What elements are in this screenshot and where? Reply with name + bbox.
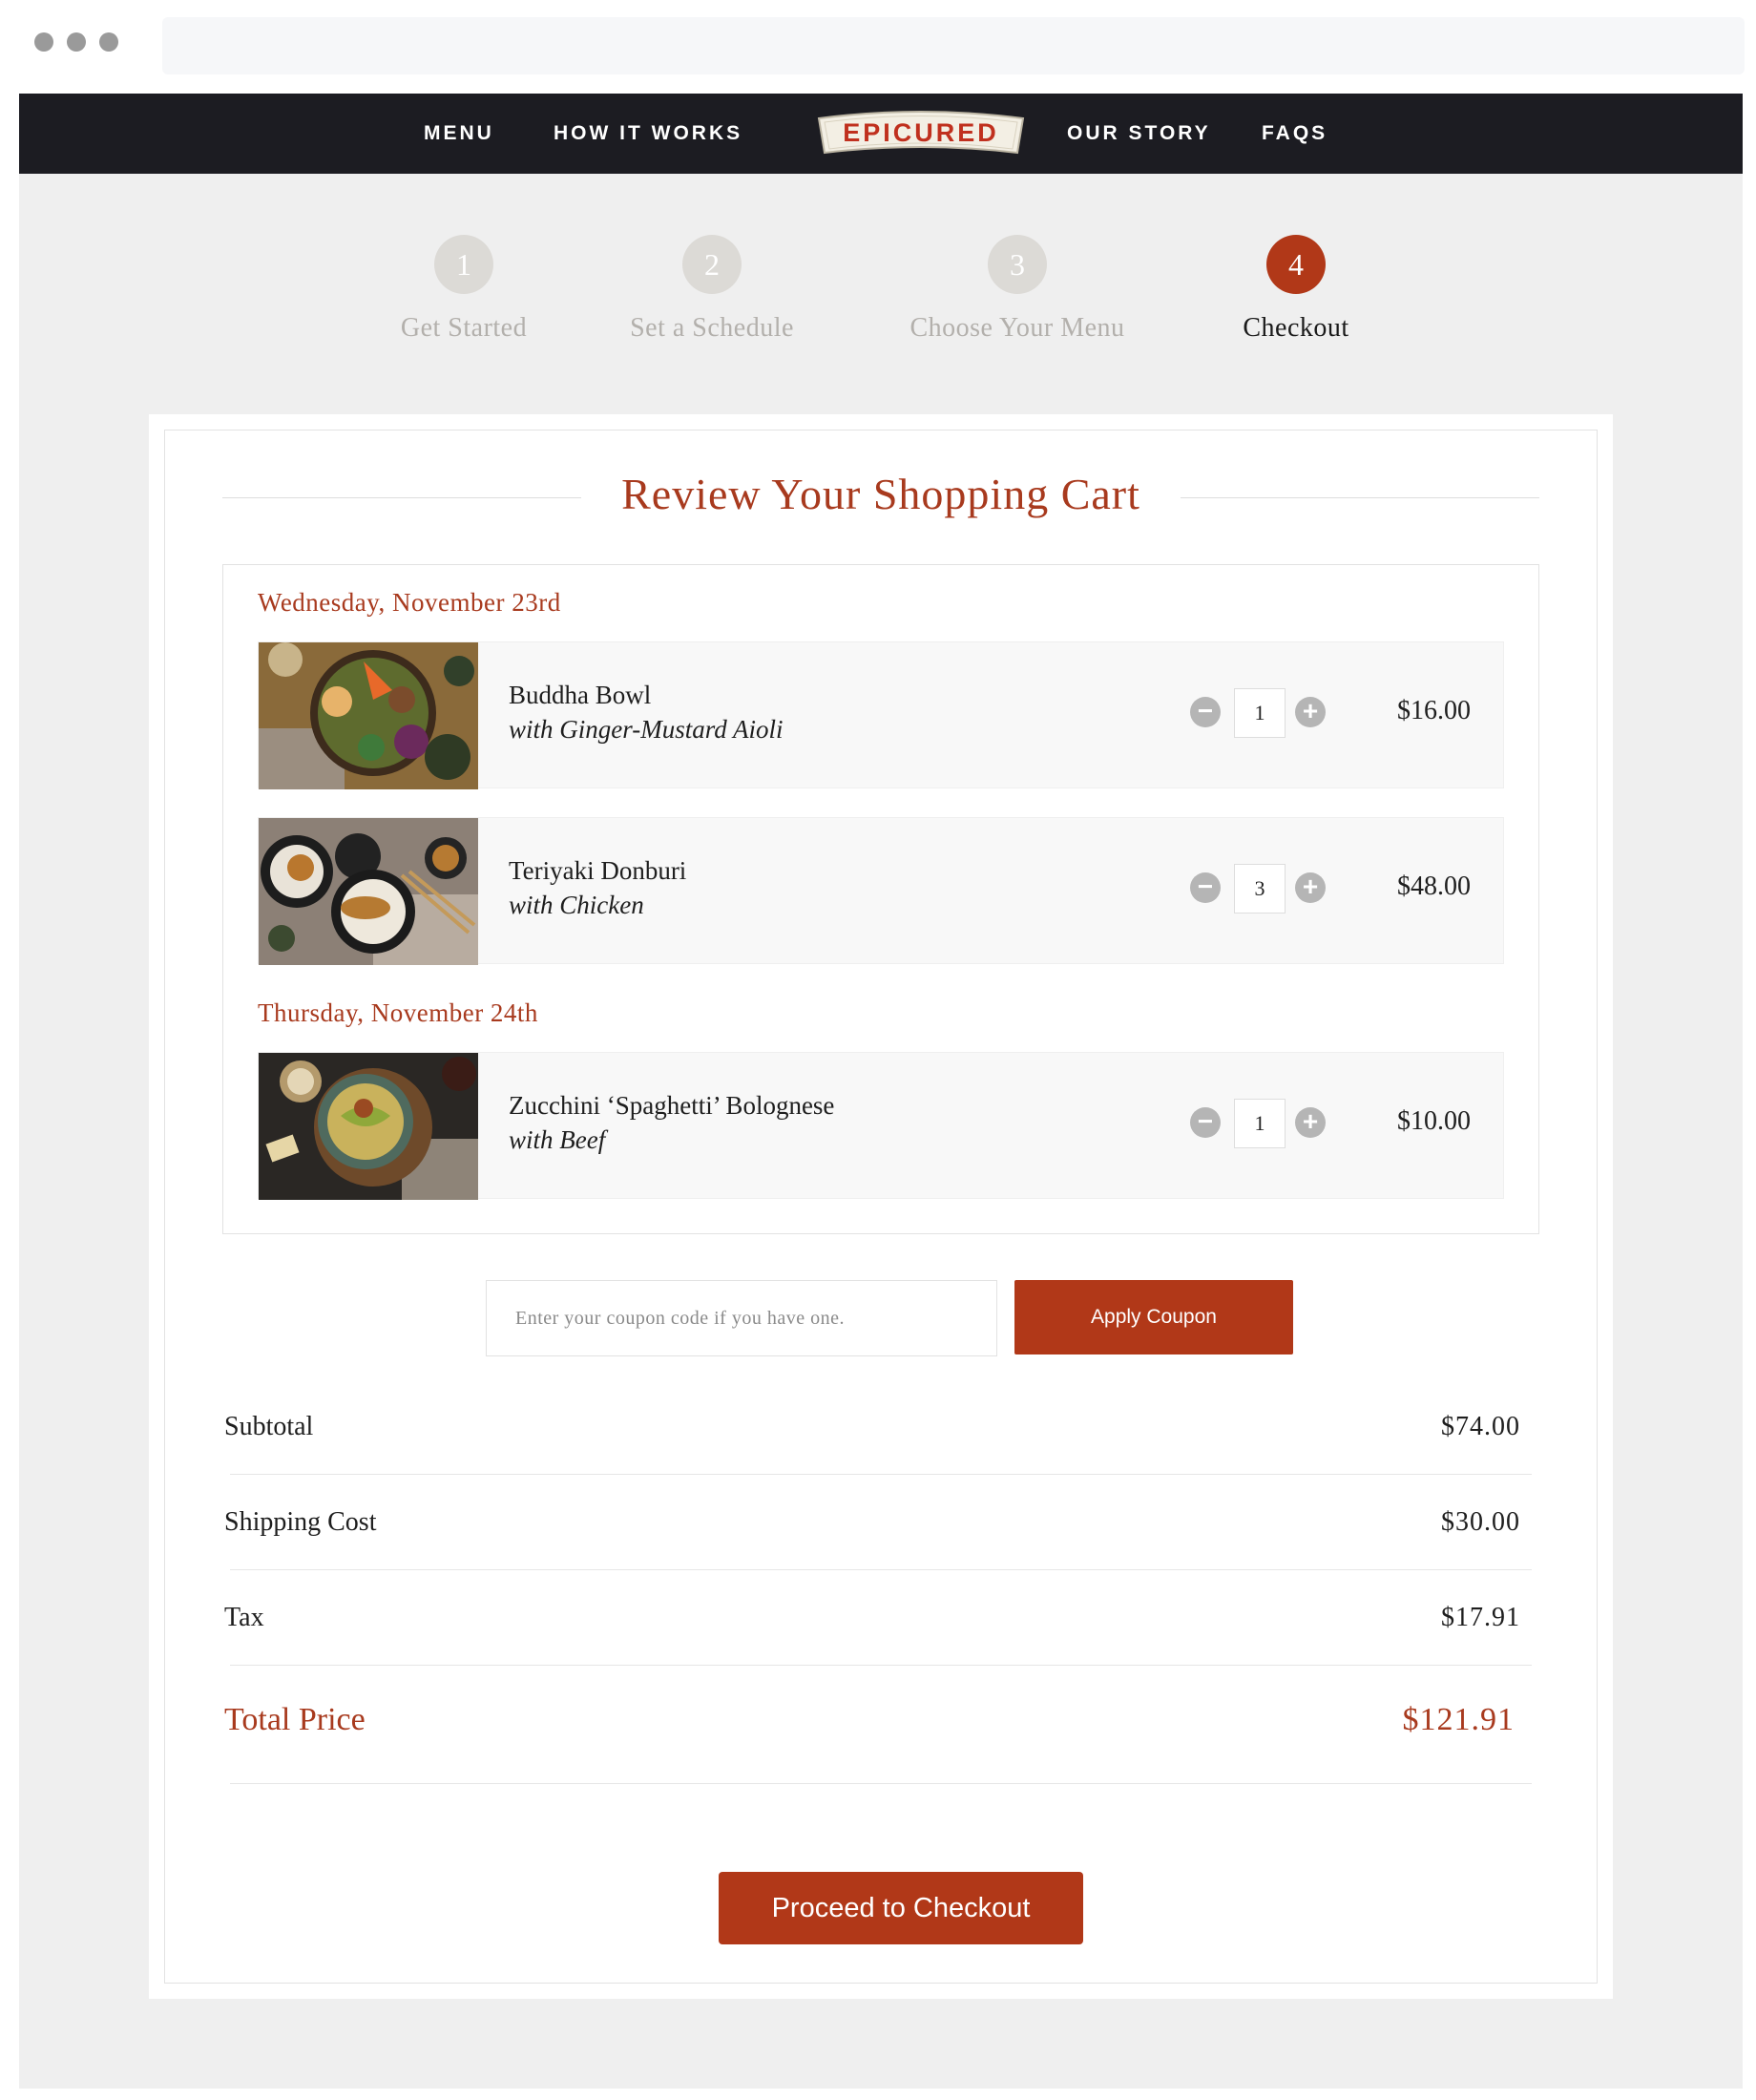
cart-title-row: Review Your Shopping Cart bbox=[222, 469, 1539, 526]
nav-link-menu[interactable]: MENU bbox=[424, 94, 494, 174]
plus-icon[interactable]: + bbox=[1295, 872, 1326, 903]
window-dot-minimize[interactable] bbox=[67, 32, 86, 52]
logo-text: EPICURED bbox=[843, 118, 999, 147]
item-subtitle: with Chicken bbox=[509, 891, 644, 919]
address-bar[interactable] bbox=[162, 17, 1745, 74]
minus-icon[interactable]: − bbox=[1190, 1107, 1221, 1138]
item-price: $16.00 bbox=[1397, 696, 1471, 725]
plus-icon[interactable]: + bbox=[1295, 697, 1326, 727]
step-choose-menu[interactable]: 3 Choose Your Menu bbox=[893, 235, 1141, 344]
cart-items-box: Wednesday, November 23rd Buddha Bowl wit… bbox=[222, 564, 1539, 1234]
page-title: Review Your Shopping Cart bbox=[621, 470, 1140, 518]
title-divider-right bbox=[1181, 497, 1539, 498]
item-name: Buddha Bowl bbox=[509, 681, 652, 709]
nav-link-how-it-works[interactable]: HOW IT WORKS bbox=[554, 94, 742, 174]
apply-coupon-button[interactable]: Apply Coupon bbox=[1014, 1280, 1293, 1354]
cart-card-inner: Review Your Shopping Cart Wednesday, Nov… bbox=[164, 430, 1598, 1984]
day-label: Thursday, November 24th bbox=[258, 998, 538, 1027]
quantity-input[interactable] bbox=[1234, 864, 1286, 914]
nav-link-our-story[interactable]: OUR STORY bbox=[1067, 94, 1211, 174]
step-number: 1 bbox=[434, 235, 493, 294]
plus-icon[interactable]: + bbox=[1295, 1107, 1326, 1138]
row-divider bbox=[230, 1783, 1532, 1784]
window-dot-maximize[interactable] bbox=[99, 32, 118, 52]
subtotal-label: Subtotal bbox=[224, 1412, 314, 1441]
cart-item: Zucchini ‘Spaghetti’ Bolognese with Beef… bbox=[258, 1052, 1504, 1200]
total-price-label: Total Price bbox=[224, 1702, 366, 1737]
shipping-label: Shipping Cost bbox=[224, 1507, 377, 1537]
cart-item: Buddha Bowl with Ginger-Mustard Aioli − … bbox=[258, 641, 1504, 789]
shipping-row: Shipping Cost $30.00 bbox=[224, 1475, 1532, 1570]
step-number: 2 bbox=[682, 235, 742, 294]
subtotal-value: $74.00 bbox=[1441, 1412, 1520, 1441]
item-name: Zucchini ‘Spaghetti’ Bolognese bbox=[509, 1091, 835, 1120]
step-get-started[interactable]: 1 Get Started bbox=[340, 235, 588, 344]
item-price: $10.00 bbox=[1397, 1106, 1471, 1136]
teriyaki-donburi-photo bbox=[259, 818, 478, 965]
nav-link-faqs[interactable]: FAQS bbox=[1262, 94, 1327, 174]
step-label: Choose Your Menu bbox=[909, 313, 1125, 343]
epicured-logo[interactable]: EPICURED bbox=[813, 107, 1029, 162]
item-price: $48.00 bbox=[1397, 872, 1471, 901]
minus-icon[interactable]: − bbox=[1190, 872, 1221, 903]
quantity-input[interactable] bbox=[1234, 688, 1286, 738]
shipping-value: $30.00 bbox=[1441, 1507, 1520, 1537]
step-label: Get Started bbox=[400, 313, 528, 343]
item-subtitle: with Ginger-Mustard Aioli bbox=[509, 715, 784, 744]
cart-item: Teriyaki Donburi with Chicken − + $48.00 bbox=[258, 817, 1504, 965]
checkout-page: 1 Get Started 2 Set a Schedule 3 Choose … bbox=[19, 174, 1743, 2089]
total-price-row: Total Price $121.91 bbox=[224, 1666, 1532, 1784]
tax-label: Tax bbox=[224, 1603, 264, 1632]
item-subtitle: with Beef bbox=[509, 1125, 606, 1154]
step-checkout[interactable]: 4 Checkout bbox=[1172, 235, 1420, 344]
proceed-to-checkout-button[interactable]: Proceed to Checkout bbox=[719, 1872, 1083, 1944]
buddha-bowl-photo bbox=[259, 642, 478, 789]
window-dot-close[interactable] bbox=[34, 32, 53, 52]
total-price-value: $121.91 bbox=[1402, 1702, 1515, 1737]
step-set-schedule[interactable]: 2 Set a Schedule bbox=[588, 235, 836, 344]
step-number: 3 bbox=[988, 235, 1047, 294]
day-label: Wednesday, November 23rd bbox=[258, 588, 561, 617]
zucchini-bolognese-photo bbox=[259, 1053, 478, 1200]
top-navbar: MENU HOW IT WORKS EPICURED OUR STORY FAQ… bbox=[19, 94, 1743, 174]
tax-value: $17.91 bbox=[1441, 1603, 1520, 1632]
coupon-input[interactable] bbox=[486, 1280, 997, 1356]
step-number: 4 bbox=[1266, 235, 1326, 294]
quantity-input[interactable] bbox=[1234, 1099, 1286, 1148]
tax-row: Tax $17.91 bbox=[224, 1570, 1532, 1666]
subtotal-row: Subtotal $74.00 bbox=[224, 1379, 1532, 1475]
minus-icon[interactable]: − bbox=[1190, 697, 1221, 727]
step-label: Set a Schedule bbox=[630, 313, 794, 343]
cart-card: Review Your Shopping Cart Wednesday, Nov… bbox=[149, 414, 1613, 1999]
item-name: Teriyaki Donburi bbox=[509, 856, 687, 885]
window-controls bbox=[34, 32, 118, 52]
step-label: Checkout bbox=[1243, 313, 1349, 343]
